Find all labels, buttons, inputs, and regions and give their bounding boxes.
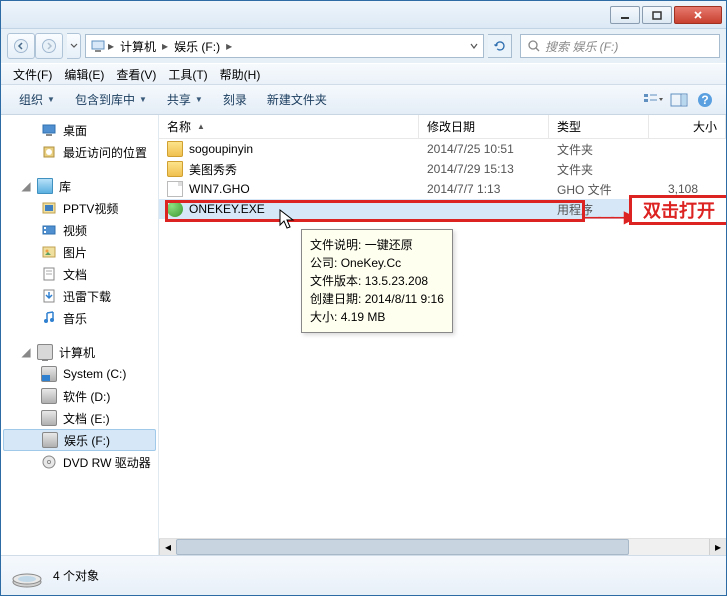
file-type: 文件夹 xyxy=(549,161,649,178)
address-bar[interactable]: ▸ 计算机 ▸ 娱乐 (F:) ▸ xyxy=(85,34,484,58)
title-bar xyxy=(1,1,726,29)
breadcrumb-separator: ▸ xyxy=(160,39,170,53)
file-type: GHO 文件 xyxy=(549,181,649,198)
tree-pictures[interactable]: 图片 xyxy=(1,241,158,263)
tree-drive-c[interactable]: System (C:) xyxy=(1,363,158,385)
tb-share[interactable]: 共享▼ xyxy=(157,91,213,108)
file-date: 2014/7/29 15:13 xyxy=(419,162,549,176)
explorer-window: ▸ 计算机 ▸ 娱乐 (F:) ▸ 搜索 娱乐 (F:) 文件(F) 编辑(E)… xyxy=(0,0,727,596)
tree-dvd[interactable]: DVD RW 驱动器 xyxy=(1,451,158,473)
file-size: 3,108 xyxy=(649,182,726,196)
file-name: WIN7.GHO xyxy=(189,182,250,196)
preview-pane-button[interactable] xyxy=(666,89,692,111)
col-name[interactable]: 名称▲ xyxy=(159,115,419,138)
tree-libraries[interactable]: ◢库 xyxy=(1,175,158,197)
back-button[interactable] xyxy=(7,33,35,59)
toolbar: 组织▼ 包含到库中▼ 共享▼ 刻录 新建文件夹 ? xyxy=(1,85,726,115)
file-row[interactable]: sogoupinyin 2014/7/25 10:51 文件夹 xyxy=(159,139,726,159)
menu-help[interactable]: 帮助(H) xyxy=(214,66,267,83)
content-pane: 名称▲ 修改日期 类型 大小 sogoupinyin 2014/7/25 10:… xyxy=(159,115,726,555)
search-input[interactable]: 搜索 娱乐 (F:) xyxy=(520,34,720,58)
breadcrumb-separator: ▸ xyxy=(106,39,116,53)
file-type: 文件夹 xyxy=(549,141,649,158)
file-list[interactable]: sogoupinyin 2014/7/25 10:51 文件夹 美图秀秀 201… xyxy=(159,139,726,538)
file-date: 2014/7/7 1:13 xyxy=(419,182,549,196)
nav-history-dropdown[interactable] xyxy=(67,33,81,59)
menu-tools[interactable]: 工具(T) xyxy=(162,66,213,83)
tree-drive-d[interactable]: 软件 (D:) xyxy=(1,385,158,407)
drive-icon xyxy=(11,564,43,588)
file-date: 2014/7/25 10:51 xyxy=(419,142,549,156)
col-date[interactable]: 修改日期 xyxy=(419,115,549,138)
exe-icon xyxy=(167,201,183,217)
tree-drive-e[interactable]: 文档 (E:) xyxy=(1,407,158,429)
tree-video[interactable]: 视频 xyxy=(1,219,158,241)
menu-view[interactable]: 查看(V) xyxy=(110,66,162,83)
search-placeholder: 搜索 娱乐 (F:) xyxy=(545,38,618,55)
close-button[interactable] xyxy=(674,6,722,24)
file-type: 用程序 xyxy=(549,201,649,218)
tree-desktop[interactable]: 桌面 xyxy=(1,119,158,141)
folder-icon xyxy=(167,141,183,157)
tree-computer[interactable]: ◢计算机 xyxy=(1,341,158,363)
tree-pptv[interactable]: PPTV视频 xyxy=(1,197,158,219)
horizontal-scrollbar[interactable]: ◂ ▸ xyxy=(159,538,726,555)
scroll-left-arrow[interactable]: ◂ xyxy=(159,539,176,555)
file-row[interactable]: 美图秀秀 2014/7/29 15:13 文件夹 xyxy=(159,159,726,179)
tree-documents[interactable]: 文档 xyxy=(1,263,158,285)
col-size[interactable]: 大小 xyxy=(649,115,726,138)
svg-text:?: ? xyxy=(701,93,708,107)
tb-new-folder[interactable]: 新建文件夹 xyxy=(257,91,337,108)
file-name: 美图秀秀 xyxy=(189,161,237,178)
breadcrumb-separator: ▸ xyxy=(224,39,234,53)
menu-file[interactable]: 文件(F) xyxy=(7,66,58,83)
file-name: ONEKEY.EXE xyxy=(189,202,265,216)
column-headers: 名称▲ 修改日期 类型 大小 xyxy=(159,115,726,139)
tb-include-library[interactable]: 包含到库中▼ xyxy=(65,91,157,108)
refresh-button[interactable] xyxy=(488,34,512,58)
status-text: 4 个对象 xyxy=(53,567,99,584)
forward-button[interactable] xyxy=(35,33,63,59)
file-size: 4,2 xyxy=(649,202,726,216)
search-icon xyxy=(527,39,541,53)
scroll-right-arrow[interactable]: ▸ xyxy=(709,539,726,555)
address-dropdown-icon[interactable] xyxy=(469,41,479,51)
scroll-thumb[interactable] xyxy=(176,539,629,555)
file-tooltip: 文件说明: 一键还原 公司: OneKey.Cc 文件版本: 13.5.23.2… xyxy=(301,229,453,333)
main-area: 桌面 最近访问的位置 ◢库 PPTV视频 视频 图片 文档 迅雷下载 音乐 ◢计… xyxy=(1,115,726,555)
tb-burn[interactable]: 刻录 xyxy=(213,91,257,108)
tree-xunlei[interactable]: 迅雷下载 xyxy=(1,285,158,307)
col-type[interactable]: 类型 xyxy=(549,115,649,138)
folder-icon xyxy=(167,161,183,177)
file-row[interactable]: WIN7.GHO 2014/7/7 1:13 GHO 文件 3,108 xyxy=(159,179,726,199)
breadcrumb-computer[interactable]: 计算机 xyxy=(116,38,160,55)
minimize-button[interactable] xyxy=(610,6,640,24)
tree-music[interactable]: 音乐 xyxy=(1,307,158,329)
computer-icon xyxy=(90,38,106,54)
maximize-button[interactable] xyxy=(642,6,672,24)
help-button[interactable]: ? xyxy=(692,89,718,111)
status-bar: 4 个对象 xyxy=(1,555,726,595)
menu-bar: 文件(F) 编辑(E) 查看(V) 工具(T) 帮助(H) xyxy=(1,63,726,85)
file-name: sogoupinyin xyxy=(189,142,253,156)
view-options-button[interactable] xyxy=(640,89,666,111)
tb-organize[interactable]: 组织▼ xyxy=(9,91,65,108)
tree-recent[interactable]: 最近访问的位置 xyxy=(1,141,158,163)
breadcrumb-drive[interactable]: 娱乐 (F:) xyxy=(170,38,224,55)
nav-bar: ▸ 计算机 ▸ 娱乐 (F:) ▸ 搜索 娱乐 (F:) xyxy=(1,29,726,63)
menu-edit[interactable]: 编辑(E) xyxy=(58,66,110,83)
file-row[interactable]: ONEKEY.EXE 用程序 4,2 xyxy=(159,199,726,219)
nav-pane: 桌面 最近访问的位置 ◢库 PPTV视频 视频 图片 文档 迅雷下载 音乐 ◢计… xyxy=(1,115,159,555)
file-icon xyxy=(167,181,183,197)
tree-drive-f[interactable]: 娱乐 (F:) xyxy=(3,429,156,451)
